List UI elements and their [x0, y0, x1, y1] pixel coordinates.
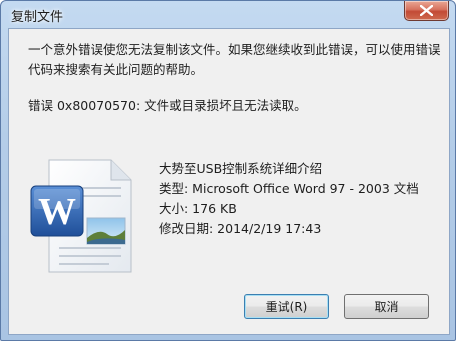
cancel-button[interactable]: 取消 — [344, 294, 429, 319]
window-title: 复制文件 — [11, 10, 64, 25]
file-modified-date: 修改日期: 2014/2/19 17:43 — [159, 221, 322, 236]
dialog-content: 一个意外错误使您无法复制该文件。如果您继续收到此错误，可以使用错误代码来搜索有关… — [8, 28, 450, 335]
file-size: 大小: 176 KB — [159, 201, 237, 216]
file-name: 大势至USB控制系统详细介绍 — [159, 161, 323, 176]
file-details: 大势至USB控制系统详细介绍 类型: Microsoft Office Word… — [159, 159, 419, 239]
dialog-window: 复制文件 一个意外错误使您无法复制该文件。如果您继续收到此错误，可以使用错误代码… — [0, 0, 456, 341]
error-code-line: 错误 0x80070570: 文件或目录损坏且无法读取。 — [28, 98, 307, 113]
word-document-icon: W — [29, 158, 135, 276]
close-button[interactable] — [404, 1, 449, 21]
title-bar[interactable]: 复制文件 — [1, 1, 455, 28]
file-type: 类型: Microsoft Office Word 97 - 2003 文档 — [159, 181, 419, 196]
error-message: 一个意外错误使您无法复制该文件。如果您继续收到此错误，可以使用错误代码来搜索有关… — [28, 42, 441, 77]
retry-button[interactable]: 重试(R) — [244, 294, 329, 319]
svg-text:W: W — [38, 191, 76, 233]
close-icon — [420, 5, 433, 16]
